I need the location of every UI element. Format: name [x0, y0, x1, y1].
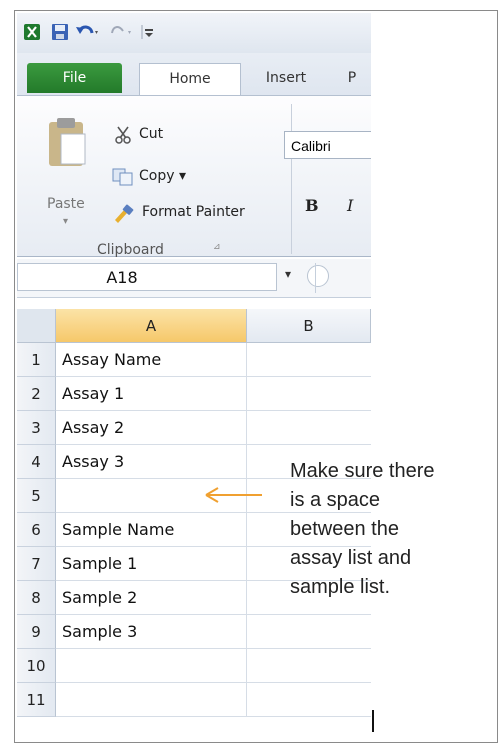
annotation-line: Make sure there: [290, 460, 435, 482]
annotation-line: between the: [290, 518, 399, 540]
annotation-line: assay list and: [290, 547, 412, 569]
cut-button[interactable]: Cut: [139, 126, 163, 142]
name-box-dropdown-icon[interactable]: ▾: [285, 267, 291, 281]
name-box[interactable]: A18: [17, 263, 277, 291]
group-divider: [291, 104, 292, 254]
copy-button[interactable]: Copy ▾: [139, 168, 186, 184]
table-row: 1 Assay Name: [17, 343, 371, 377]
cut-icon: [115, 126, 131, 144]
row-header[interactable]: 5: [17, 479, 56, 513]
annotation-line: sample list.: [290, 576, 391, 598]
column-header-b[interactable]: B: [247, 309, 371, 343]
cell-a[interactable]: Assay 2: [56, 411, 247, 445]
excel-icon[interactable]: [23, 23, 41, 41]
column-header-row: A B: [17, 309, 371, 343]
tab-insert[interactable]: Insert: [251, 63, 321, 93]
formula-circle-icon[interactable]: [307, 265, 329, 287]
cell-a[interactable]: Assay Name: [56, 343, 247, 377]
dialog-launcher-icon[interactable]: ⊿: [213, 242, 221, 252]
cell-a[interactable]: Assay 1: [56, 377, 247, 411]
format-painter-icon: [115, 204, 134, 223]
cell-a[interactable]: Sample 1: [56, 547, 247, 581]
cell-b[interactable]: [247, 411, 371, 445]
format-painter-button[interactable]: Format Painter: [142, 204, 245, 220]
formula-divider: [315, 263, 316, 293]
copy-icon: [112, 168, 133, 186]
cell-b[interactable]: [247, 615, 371, 649]
cell-a[interactable]: Sample 3: [56, 615, 247, 649]
table-row: 9 Sample 3: [17, 615, 371, 649]
clipboard-group-label: Clipboard: [97, 242, 164, 258]
tab-home[interactable]: Home: [139, 63, 241, 96]
row-header[interactable]: 1: [17, 343, 56, 377]
cell-b[interactable]: [247, 343, 371, 377]
left-arrow-icon: [205, 487, 262, 503]
row-header[interactable]: 3: [17, 411, 56, 445]
row-header[interactable]: 2: [17, 377, 56, 411]
row-header[interactable]: 4: [17, 445, 56, 479]
column-header-a[interactable]: A: [56, 309, 247, 343]
formula-bar-area: A18 ▾: [17, 259, 371, 298]
excel-window: File Home Insert P Paste ▾ Cut Copy ▾ Fo…: [17, 13, 371, 731]
text-cursor: [372, 710, 374, 732]
paste-icon[interactable]: [45, 116, 87, 176]
cell-b[interactable]: [247, 683, 371, 717]
undo-icon[interactable]: [75, 23, 101, 41]
cell-b[interactable]: [247, 649, 371, 683]
annotation-note: Make sure there is a space between the a…: [290, 457, 495, 602]
customize-icon[interactable]: [141, 23, 155, 41]
redo-icon[interactable]: [109, 23, 135, 41]
cell-a[interactable]: Sample Name: [56, 513, 247, 547]
bold-button[interactable]: B: [305, 196, 319, 215]
italic-button[interactable]: I: [347, 196, 353, 215]
row-header[interactable]: 11: [17, 683, 56, 717]
font-name-box[interactable]: Calibri: [284, 131, 371, 159]
cell-a[interactable]: [56, 649, 247, 683]
tab-page-layout[interactable]: P: [337, 63, 367, 93]
paste-dropdown-icon[interactable]: ▾: [63, 216, 68, 227]
row-header[interactable]: 8: [17, 581, 56, 615]
row-header[interactable]: 9: [17, 615, 56, 649]
save-icon[interactable]: [51, 23, 69, 41]
select-all-corner[interactable]: [17, 309, 56, 343]
row-header[interactable]: 7: [17, 547, 56, 581]
tab-file[interactable]: File: [27, 63, 122, 93]
table-row: 3 Assay 2: [17, 411, 371, 445]
row-header[interactable]: 10: [17, 649, 56, 683]
paste-button[interactable]: Paste: [47, 196, 85, 212]
cell-a[interactable]: Assay 3: [56, 445, 247, 479]
cell-b[interactable]: [247, 377, 371, 411]
table-row: 10: [17, 649, 371, 683]
row-header[interactable]: 6: [17, 513, 56, 547]
annotation-line: is a space: [290, 489, 381, 511]
table-row: 2 Assay 1: [17, 377, 371, 411]
ribbon-home: Paste ▾ Cut Copy ▾ Format Painter Clipbo…: [17, 95, 371, 258]
cell-a[interactable]: [56, 683, 247, 717]
quick-access-toolbar: [17, 13, 371, 53]
cell-a[interactable]: Sample 2: [56, 581, 247, 615]
table-row: 11: [17, 683, 371, 717]
